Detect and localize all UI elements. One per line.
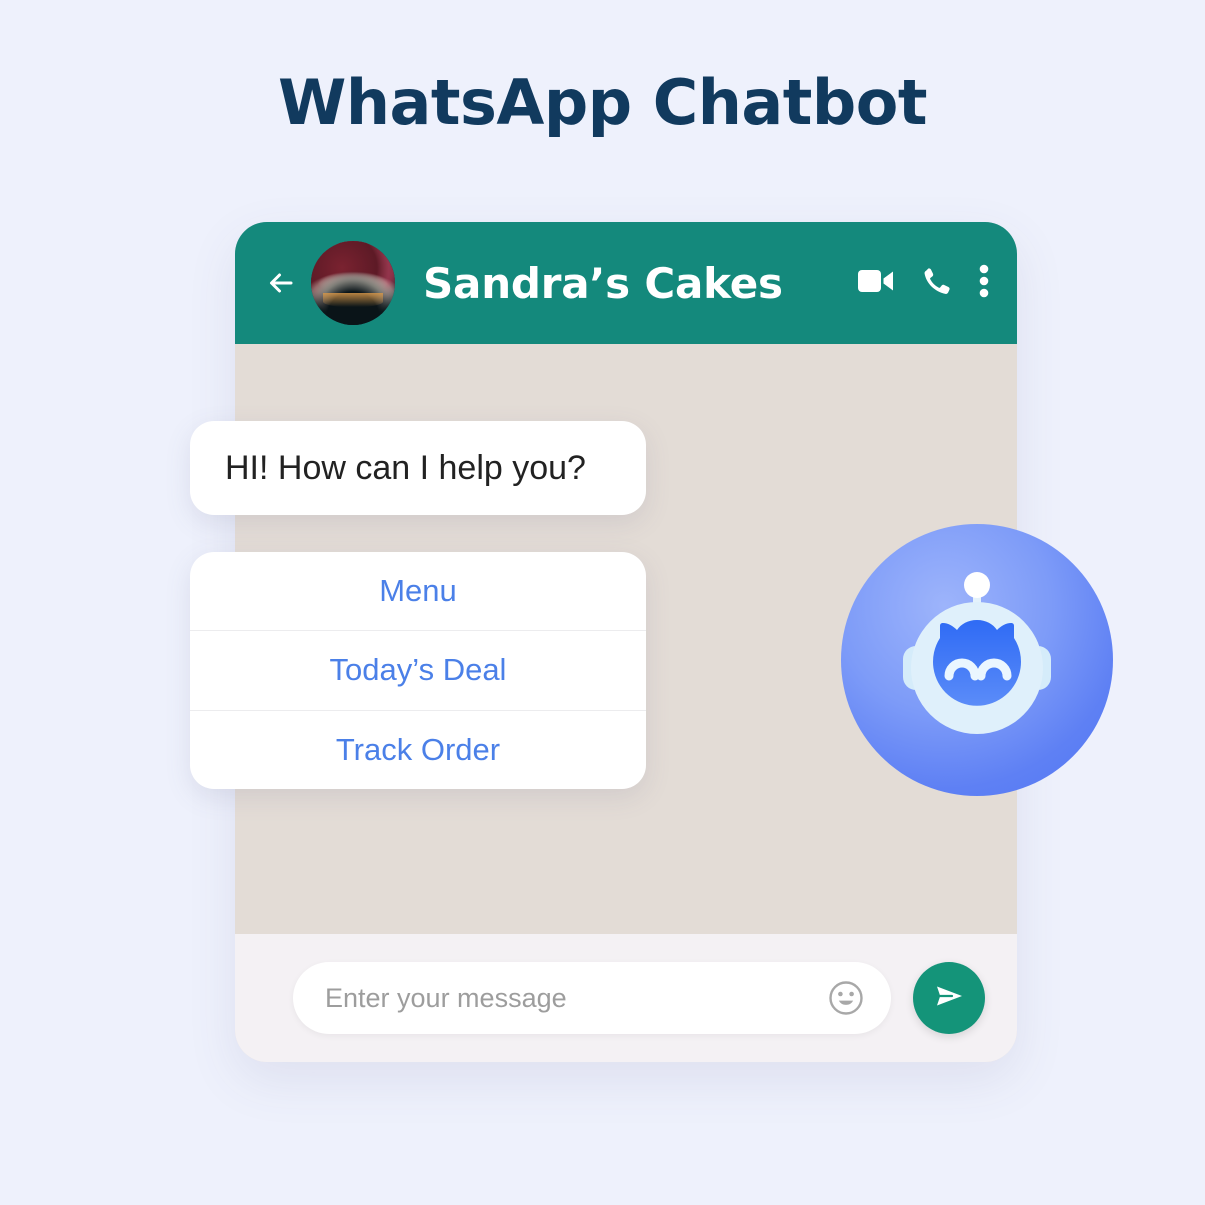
back-arrow-icon[interactable] xyxy=(261,263,301,303)
quick-reply-option-todays-deal[interactable]: Today’s Deal xyxy=(190,630,646,709)
quick-reply-option-label: Track Order xyxy=(335,731,501,767)
video-call-icon[interactable] xyxy=(857,266,895,301)
chat-composer-bar xyxy=(235,934,1017,1062)
bot-avatar-badge xyxy=(841,524,1113,796)
contact-avatar[interactable] xyxy=(311,241,395,325)
chat-header: Sandra’s Cakes xyxy=(235,222,1017,344)
quick-reply-option-menu[interactable]: Menu xyxy=(190,552,646,630)
header-actions xyxy=(857,264,989,303)
bot-greeting-bubble: HI! How can I help you? xyxy=(190,421,646,515)
more-options-icon[interactable] xyxy=(979,264,989,303)
voice-call-icon[interactable] xyxy=(921,265,953,302)
avatar-cake-photo xyxy=(311,241,395,325)
send-paper-plane-icon xyxy=(930,977,968,1020)
message-input-wrapper[interactable] xyxy=(293,962,891,1034)
quick-reply-option-label: Today’s Deal xyxy=(329,652,507,688)
quick-reply-option-label: Menu xyxy=(379,573,457,609)
send-button[interactable] xyxy=(913,962,985,1034)
avatar-caramel-drip xyxy=(322,293,384,307)
bot-greeting-text: HI! How can I help you? xyxy=(225,448,586,487)
message-input[interactable] xyxy=(325,982,827,1014)
quick-reply-options-card: Menu Today’s Deal Track Order xyxy=(190,552,646,789)
contact-name: Sandra’s Cakes xyxy=(423,258,783,308)
quick-reply-option-track-order[interactable]: Track Order xyxy=(190,709,646,789)
emoji-smiley-icon[interactable] xyxy=(827,979,865,1017)
page-title: WhatsApp Chatbot xyxy=(278,66,927,139)
robot-bot-avatar-icon xyxy=(877,560,1077,760)
